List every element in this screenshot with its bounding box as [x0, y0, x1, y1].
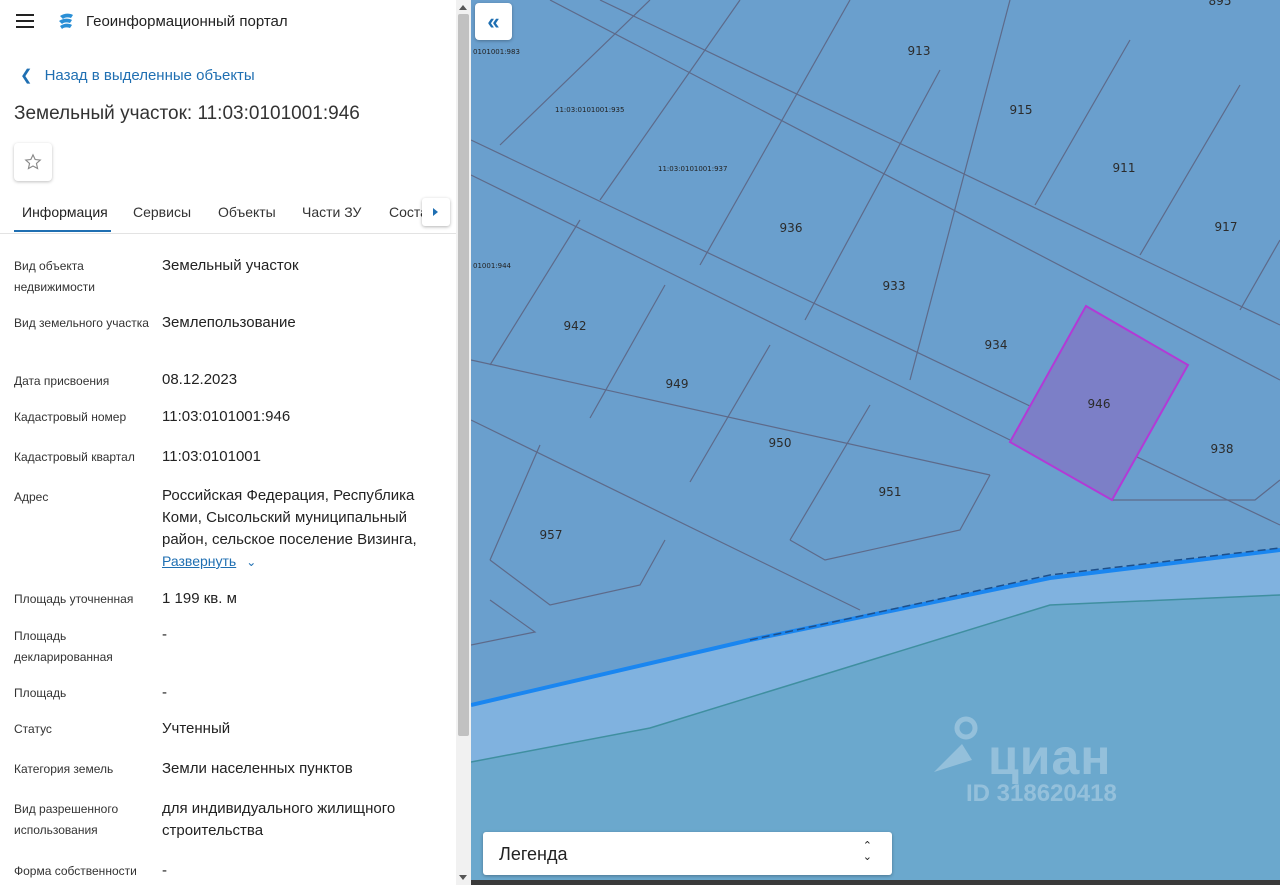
bottom-strip — [471, 880, 1280, 885]
legend-dropdown[interactable]: Легенда ⌃ ⌄ — [483, 832, 892, 875]
portal-logo-icon — [59, 13, 73, 29]
field-label-area-refined: Площадь уточненная — [14, 592, 134, 606]
field-value-permitted-use: для индивидуального жилищного строительс… — [162, 800, 396, 839]
small-parcel-label: 0101001:983 — [473, 48, 520, 56]
location-pin-icon — [934, 716, 978, 772]
collapse-panel-button[interactable]: « — [475, 3, 512, 40]
parcel-label: 934 — [985, 338, 1008, 352]
parcel-label: 911 — [1113, 161, 1136, 175]
field-label-assign-date: Дата присвоения — [14, 374, 110, 388]
parcel-label: 933 — [883, 279, 906, 293]
tab-parts[interactable]: Части ЗУ — [302, 204, 361, 220]
parcel-label: 951 — [879, 485, 902, 499]
field-value-land-category: Земли населенных пунктов — [162, 760, 353, 777]
scrollbar-thumb[interactable] — [458, 14, 469, 736]
field-label-cadastral-number: Кадастровый номер — [14, 410, 127, 424]
field-value-status: Учтенный — [162, 720, 231, 737]
parcel-label: 936 — [780, 221, 803, 235]
field-value-assign-date: 08.12.2023 — [162, 371, 238, 388]
favorite-button[interactable] — [14, 143, 52, 181]
field-value-cadastral-quarter: 11:03:0101001 — [162, 448, 261, 465]
tab-bar: Информация Сервисы Объекты Части ЗУ Сост… — [0, 193, 456, 234]
legend-label: Легенда — [499, 844, 568, 864]
tab-objects[interactable]: Объекты — [218, 204, 276, 220]
scroll-down-icon[interactable] — [459, 875, 467, 880]
back-link-label: Назад в выделенные объекты — [44, 67, 255, 84]
tabs-scroll-right-button[interactable] — [422, 198, 450, 226]
scroll-up-icon[interactable] — [459, 5, 467, 10]
small-parcel-label: 11:03:0101001:937 — [658, 165, 727, 173]
field-value-area-refined: 1 199 кв. м — [162, 590, 237, 607]
parcel-label: 895 — [1209, 0, 1232, 8]
watermark-brand: циан — [988, 729, 1112, 785]
field-label-cadastral-quarter: Кадастровый квартал — [14, 450, 135, 464]
app-title: Геоинформационный портал — [86, 13, 288, 30]
chevron-left-icon: ❮ — [20, 67, 33, 84]
chevron-down-icon: ⌄ — [246, 555, 257, 569]
watermark-id: ID 318620418 — [966, 780, 1117, 807]
page-title: Земельный участок: 11:03:0101001:946 — [14, 103, 360, 124]
parcel-label: 942 — [564, 319, 587, 333]
field-label-status: Статус — [14, 722, 52, 736]
active-tab-indicator — [14, 230, 111, 232]
field-label-permitted-use: Вид разрешенного использования — [14, 802, 119, 837]
field-label-land-type: Вид земельного участка — [14, 316, 149, 330]
field-value-ownership: - — [162, 862, 167, 879]
expand-collapse-icon: ⌃ ⌄ — [862, 840, 872, 863]
parcel-label: 957 — [540, 528, 563, 542]
small-parcel-label: 11:03:0101001:935 — [555, 106, 624, 114]
star-icon — [24, 153, 42, 170]
field-label-land-category: Категория земель — [14, 762, 114, 776]
parcel-label: 917 — [1215, 220, 1238, 234]
field-label-area-declared: Площадь декларированная — [14, 629, 113, 664]
parcel-label: 949 — [666, 377, 689, 391]
back-to-selected-link[interactable]: ❮ Назад в выделенные объекты — [20, 66, 255, 84]
field-value-area-declared: - — [162, 626, 167, 643]
field-value-address: Российская Федерация, Республика Коми, С… — [162, 487, 417, 548]
app-header: Геоинформационный портал — [0, 0, 456, 44]
parcel-label: 950 — [769, 436, 792, 450]
field-label-ownership: Форма собственности — [14, 864, 137, 878]
tab-services[interactable]: Сервисы — [133, 204, 191, 220]
parcel-label: 946 — [1088, 397, 1111, 411]
address-expand-link[interactable]: Развернуть ⌄ — [162, 553, 256, 569]
double-chevron-left-icon: « — [487, 8, 500, 34]
info-panel: Геоинформационный портал ❮ Назад в выделе… — [0, 0, 456, 885]
small-parcel-label: 01001:944 — [473, 262, 512, 270]
panel-scrollbar[interactable] — [456, 0, 471, 885]
parcel-label: 915 — [1010, 103, 1033, 117]
watermark: циан ID 318620418 — [930, 708, 1170, 808]
field-value-cadastral-number: 11:03:0101001:946 — [162, 408, 291, 425]
menu-icon[interactable] — [16, 14, 34, 28]
field-label-area: Площадь — [14, 686, 67, 700]
parcel-label: 938 — [1211, 442, 1234, 456]
parcel-label: 913 — [908, 44, 931, 58]
field-label-address: Адрес — [14, 490, 49, 504]
field-label-object-type: Вид объекта недвижимости — [14, 259, 95, 294]
field-value-land-type: Землепользование — [162, 314, 296, 331]
expand-link-label: Развернуть — [162, 553, 237, 569]
field-value-area: - — [162, 684, 167, 701]
field-value-object-type: Земельный участок — [162, 257, 299, 274]
tab-information[interactable]: Информация — [22, 204, 108, 220]
